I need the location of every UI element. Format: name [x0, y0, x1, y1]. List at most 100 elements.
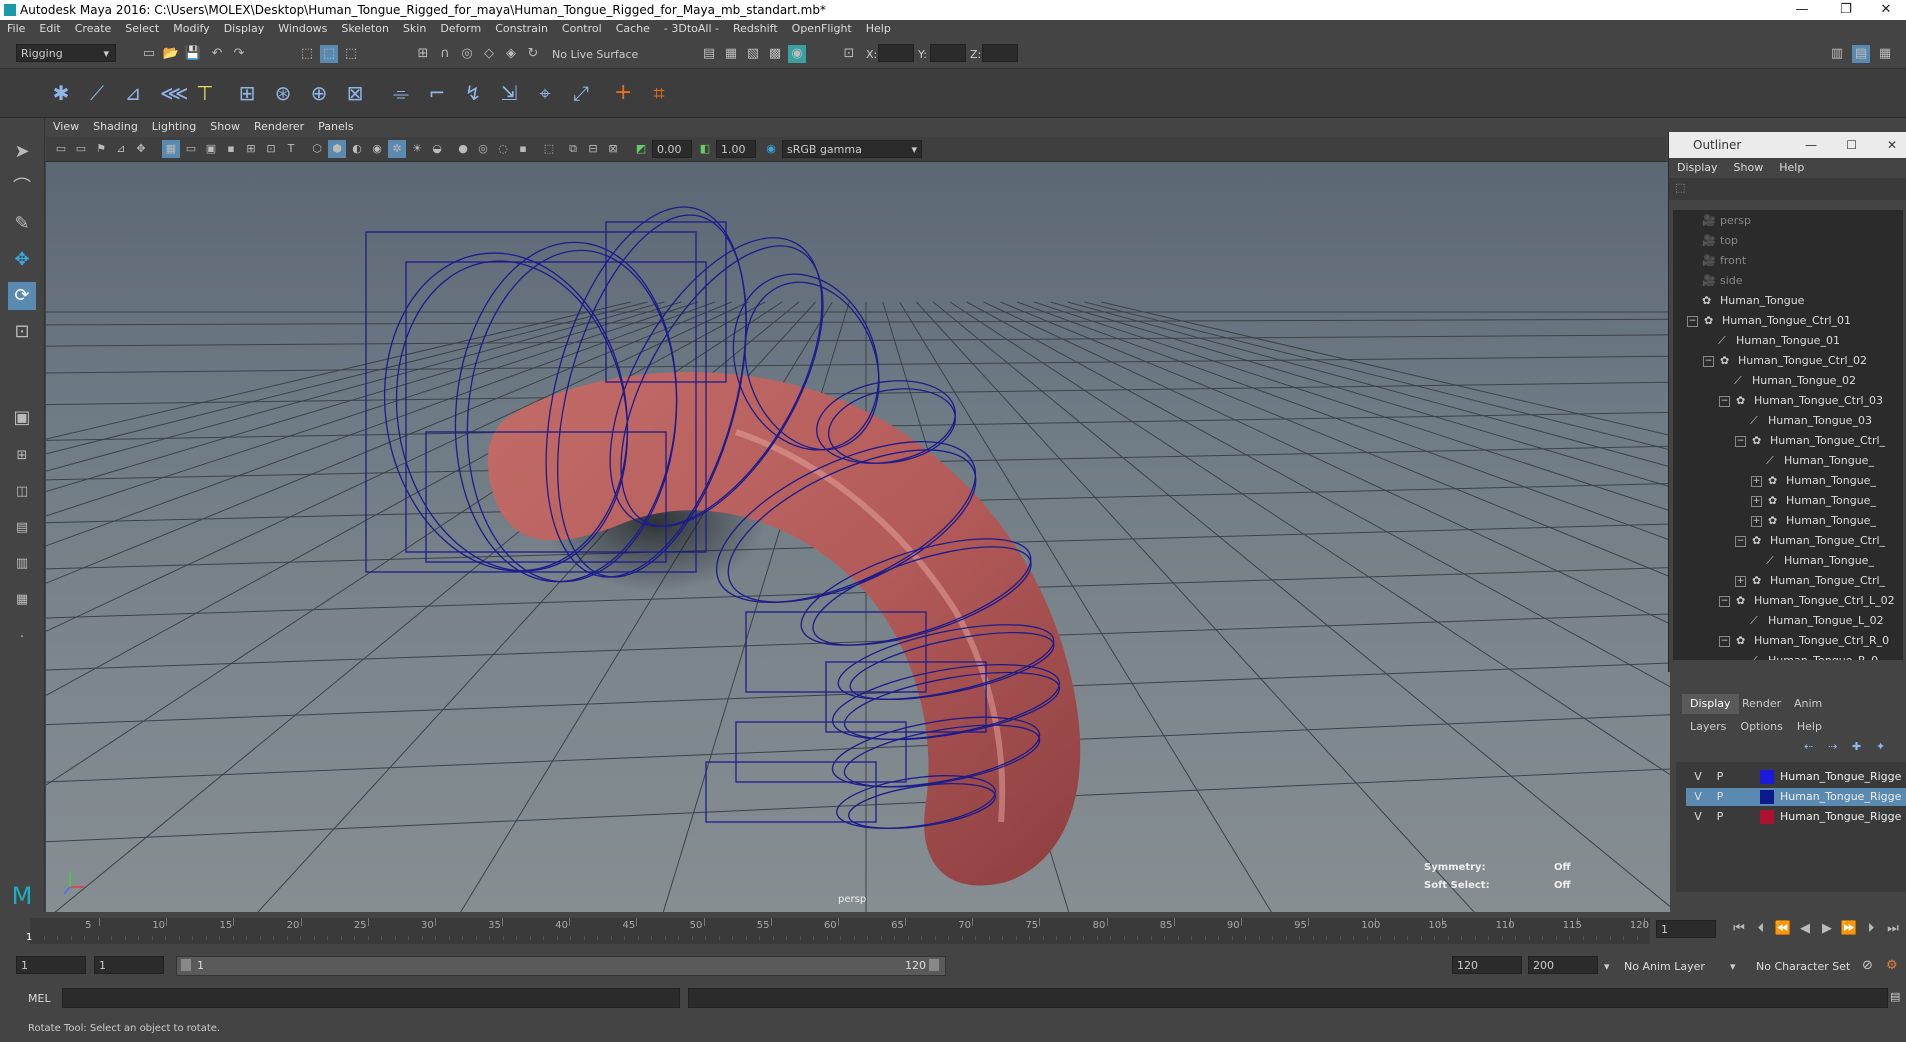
menu-cache[interactable]: Cache [609, 20, 657, 38]
scale-tool-icon[interactable]: ⊡ [8, 318, 36, 346]
outliner-item[interactable]: − ✿ Human_Tongue_Ctrl_03 [1719, 392, 1883, 410]
outliner-item[interactable]: 🎥 persp [1702, 212, 1751, 230]
ipr-render-icon[interactable]: ▧ [744, 45, 762, 63]
snap-point-icon[interactable]: ◎ [458, 45, 476, 63]
outliner-item[interactable]: ⟋ Human_Tongue_02 [1734, 372, 1856, 390]
hypershade-icon[interactable]: ◉ [788, 45, 806, 63]
move-tool-icon[interactable]: ✥ [8, 246, 36, 274]
image-plane-icon[interactable]: ⊿ [112, 140, 130, 158]
layer-visibility-toggle[interactable]: V [1690, 808, 1706, 826]
render-settings-icon[interactable]: ▩ [766, 45, 784, 63]
parent-constraint-icon[interactable]: ⌖ [536, 83, 554, 103]
motion-blur-icon[interactable]: ● [454, 140, 472, 158]
attribute-editor-icon[interactable]: ▤ [1852, 45, 1870, 63]
menu-3dtoall[interactable]: - 3DtoAll - [657, 20, 726, 38]
save-scene-icon[interactable]: 💾 [184, 45, 202, 63]
gamma-icon[interactable]: ◧ [696, 140, 714, 158]
outliner-item[interactable]: ⟋ Human_Tongue_ [1766, 452, 1874, 470]
layer-menu-options[interactable]: Options [1740, 720, 1782, 733]
view-transform-dropdown[interactable]: sRGB gamma ▾ [782, 140, 922, 158]
collapse-icon[interactable]: − [1703, 355, 1714, 367]
minimize-icon[interactable]: — [1805, 132, 1817, 158]
outliner-item[interactable]: 🎥 top [1702, 232, 1738, 250]
select-object-icon[interactable]: ⬚ [320, 45, 338, 63]
z-field[interactable] [982, 44, 1018, 62]
field-chart-icon[interactable]: ⊞ [242, 140, 260, 158]
film-gate-icon[interactable]: ▭ [182, 140, 200, 158]
collapse-icon[interactable]: − [1735, 535, 1746, 547]
layer-playback-toggle[interactable]: P [1712, 788, 1728, 806]
layer-tab-display[interactable]: Display [1682, 694, 1739, 714]
snap-view-icon[interactable]: ◇ [480, 45, 498, 63]
transform-mode-icon[interactable]: ⊡ [840, 45, 858, 63]
exposure-icon[interactable]: ◩ [632, 140, 650, 158]
menu-create[interactable]: Create [68, 20, 119, 38]
single-perspective-icon[interactable]: ▣ [8, 404, 36, 432]
persp-outliner-icon[interactable]: ◫ [8, 478, 36, 506]
sculpt-icon[interactable]: ⊠ [346, 83, 364, 103]
safe-title-icon[interactable]: T [282, 140, 300, 158]
outliner-tree[interactable]: 🎥 persp 🎥 top 🎥 front 🎥 side ✿ Human_Tongue − ✿ Huma… [1673, 210, 1903, 660]
restore-icon[interactable]: ❐ [1826, 0, 1866, 20]
xray-icon[interactable]: ⬚ [540, 140, 558, 158]
prev-key-icon[interactable]: ⏪ [1774, 920, 1792, 938]
viewport-menu-renderer[interactable]: Renderer [247, 118, 311, 136]
bookmark-icon[interactable]: ⚑ [92, 140, 110, 158]
outliner-item[interactable]: 🎥 side [1702, 272, 1743, 290]
layer-row[interactable]: V P Human_Tongue_Rigge [1686, 768, 1906, 786]
viewport-menu-view[interactable]: View [46, 118, 86, 136]
render-view-icon[interactable]: ▤ [700, 45, 718, 63]
paint-select-icon[interactable]: ✎ [8, 210, 36, 238]
menu-control[interactable]: Control [555, 20, 609, 38]
step-forward-icon[interactable]: ⏵ [1862, 920, 1880, 938]
filter-icon[interactable]: ⬚ [1675, 181, 1685, 194]
outliner-menu-show[interactable]: Show [1726, 161, 1772, 174]
auto-key-icon[interactable]: ⊘ [1862, 958, 1873, 973]
outliner-item[interactable]: − ✿ Human_Tongue_Ctrl_L_02 [1719, 592, 1895, 610]
viewport-menu-shading[interactable]: Shading [86, 118, 145, 136]
layer-row[interactable]: V P Human_Tongue_Rigge [1686, 808, 1906, 826]
gate-mask-icon[interactable]: ▪ [222, 140, 240, 158]
ik-spline-icon[interactable]: ⊿ [124, 83, 142, 103]
y-field[interactable] [930, 44, 966, 62]
tool-settings-icon[interactable]: ▦ [1876, 45, 1894, 63]
playback-start-field[interactable]: 1 [94, 956, 164, 974]
layer-color-swatch[interactable] [1760, 770, 1774, 784]
safe-action-icon[interactable]: ⊡ [262, 140, 280, 158]
playback-end-field[interactable]: 120 [1452, 956, 1522, 974]
menu-select[interactable]: Select [118, 20, 166, 38]
close-icon[interactable]: ✕ [1866, 0, 1906, 20]
collapse-icon[interactable]: − [1719, 395, 1730, 407]
layer-menu-layers[interactable]: Layers [1690, 720, 1726, 733]
modeling-toolkit-icon[interactable]: ▥ [1828, 45, 1846, 63]
range-start-handle[interactable] [181, 959, 191, 971]
create-joint-icon[interactable]: ✱ [52, 83, 70, 103]
outliner-menu-help[interactable]: Help [1771, 161, 1812, 174]
new-layer-icon[interactable]: ✚ [1852, 740, 1861, 753]
viewport-menu-panels[interactable]: Panels [311, 118, 360, 136]
snap-grid-icon[interactable]: ⊞ [414, 45, 432, 63]
smooth-shade-icon[interactable]: ⬢ [328, 140, 346, 158]
textured-icon[interactable]: ◉ [368, 140, 386, 158]
camera-attr-icon[interactable]: ▭ [72, 140, 90, 158]
perspective-viewport[interactable]: Symmetry: Off Soft Select: Off persp [46, 162, 1670, 912]
select-hierarchy-icon[interactable]: ⬚ [298, 45, 316, 63]
collapse-icon[interactable]: − [1735, 435, 1746, 447]
next-key-icon[interactable]: ⏩ [1840, 920, 1858, 938]
mode-selector[interactable]: Rigging ▾ [16, 44, 116, 62]
live-surface-label[interactable]: No Live Surface [552, 48, 638, 61]
layer-menu-help[interactable]: Help [1797, 720, 1822, 733]
pole-vector-icon[interactable]: ⤢ [572, 83, 590, 103]
persp-uv-icon[interactable]: ▦ [8, 586, 36, 614]
minimize-icon[interactable]: — [1782, 0, 1822, 20]
expand-icon[interactable]: + [1735, 575, 1746, 587]
open-scene-icon[interactable]: 📂 [162, 45, 180, 63]
layer-playback-toggle[interactable]: P [1712, 808, 1728, 826]
backface-icon[interactable]: ⊠ [604, 140, 622, 158]
layer-up-icon[interactable]: ⇠ [1804, 740, 1813, 753]
outliner-item[interactable]: ⟋ Human_Tongue_03 [1750, 412, 1872, 430]
shade-wireframe-icon[interactable]: ◐ [348, 140, 366, 158]
layer-tab-anim[interactable]: Anim [1786, 694, 1830, 714]
play-forward-icon[interactable]: ▶ [1818, 920, 1836, 938]
new-scene-icon[interactable]: ▭ [140, 45, 158, 63]
